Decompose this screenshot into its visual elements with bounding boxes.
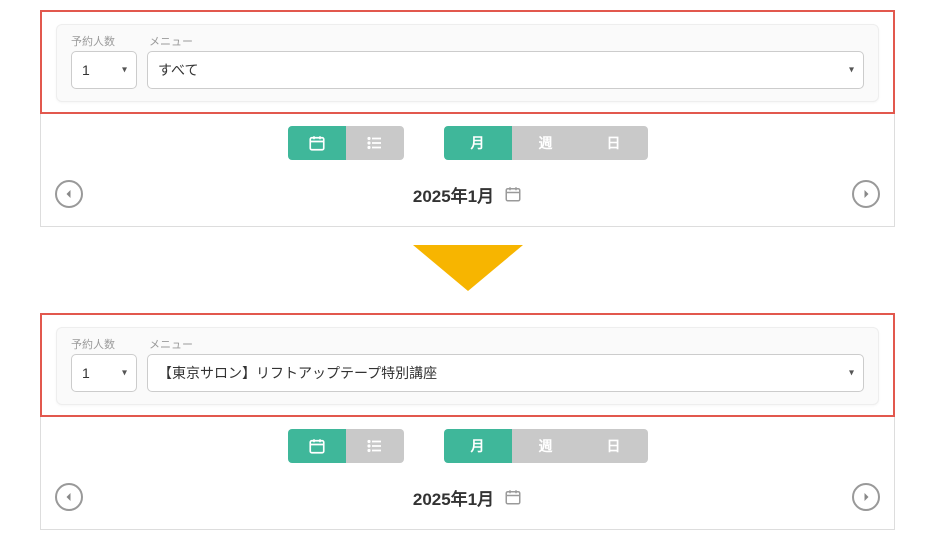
list-icon — [366, 134, 384, 152]
next-month-button[interactable] — [852, 483, 880, 511]
week-button[interactable]: 週 — [512, 429, 580, 463]
view-mode-toggle — [288, 126, 404, 160]
calendar-view-button[interactable] — [288, 429, 346, 463]
current-month-label: 2025年1月 — [413, 182, 494, 207]
current-month-label: 2025年1月 — [413, 485, 494, 510]
menu-select[interactable]: 【東京サロン】リフトアップテープ特別講座 — [147, 354, 864, 392]
arrow-left-icon — [63, 491, 75, 503]
calendar-picker-button[interactable] — [504, 185, 522, 203]
calendar-controls-after: 月 週 日 2025年1月 — [40, 417, 895, 530]
arrow-left-icon — [63, 188, 75, 200]
qty-select[interactable]: 1 — [71, 51, 137, 89]
arrow-right-icon — [860, 491, 872, 503]
week-button[interactable]: 週 — [512, 126, 580, 160]
period-toggle: 月 週 日 — [444, 429, 648, 463]
current-month: 2025年1月 — [413, 485, 522, 510]
calendar-icon — [504, 488, 522, 506]
filter-card: 予約人数 メニュー 1 ▾ 【東京サロン】リフトアップテープ特別講座 ▾ — [56, 327, 879, 405]
month-button[interactable]: 月 — [444, 429, 512, 463]
menu-label: メニュー — [149, 33, 193, 49]
prev-month-button[interactable] — [55, 483, 83, 511]
calendar-view-button[interactable] — [288, 126, 346, 160]
qty-label: 予約人数 — [71, 336, 131, 352]
list-view-button[interactable] — [346, 126, 404, 160]
calendar-icon — [308, 437, 326, 455]
prev-month-button[interactable] — [55, 180, 83, 208]
menu-label: メニュー — [149, 336, 193, 352]
calendar-icon — [504, 185, 522, 203]
arrow-right-icon — [860, 188, 872, 200]
list-icon — [366, 437, 384, 455]
transition-arrow — [40, 245, 895, 291]
day-button[interactable]: 日 — [580, 126, 648, 160]
view-mode-toggle — [288, 429, 404, 463]
filter-panel-before: 予約人数 メニュー 1 ▾ すべて ▾ — [40, 10, 895, 114]
day-button[interactable]: 日 — [580, 429, 648, 463]
calendar-picker-button[interactable] — [504, 488, 522, 506]
filter-card: 予約人数 メニュー 1 ▾ すべて ▾ — [56, 24, 879, 102]
calendar-icon — [308, 134, 326, 152]
qty-label: 予約人数 — [71, 33, 131, 49]
next-month-button[interactable] — [852, 180, 880, 208]
current-month: 2025年1月 — [413, 182, 522, 207]
arrow-down-icon — [413, 245, 523, 291]
menu-select[interactable]: すべて — [147, 51, 864, 89]
calendar-controls-before: 月 週 日 2025年1月 — [40, 114, 895, 227]
list-view-button[interactable] — [346, 429, 404, 463]
period-toggle: 月 週 日 — [444, 126, 648, 160]
filter-panel-after: 予約人数 メニュー 1 ▾ 【東京サロン】リフトアップテープ特別講座 ▾ — [40, 313, 895, 417]
qty-select[interactable]: 1 — [71, 354, 137, 392]
month-button[interactable]: 月 — [444, 126, 512, 160]
